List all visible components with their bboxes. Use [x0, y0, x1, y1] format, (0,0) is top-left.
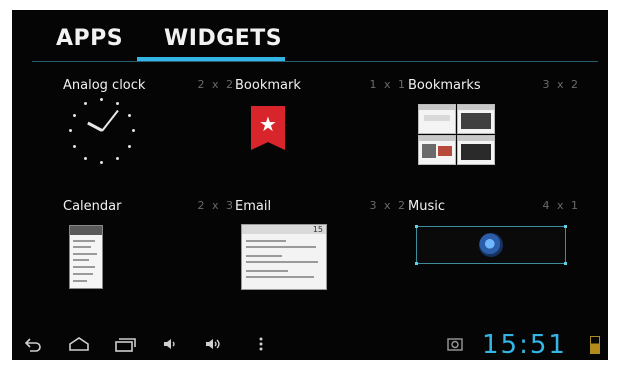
system-bar: 15:51	[12, 330, 608, 360]
widgets-screen: APPS WIDGETS Analog clock 2 x 2 Bookmark…	[12, 10, 608, 360]
star-icon: ★	[259, 112, 277, 136]
widget-name: Email	[235, 199, 272, 214]
widget-calendar[interactable]: Calendar 2 x 3	[63, 199, 235, 317]
email-count: 15	[312, 225, 323, 234]
widget-dimensions: 1 x 1	[369, 78, 407, 91]
widget-dimensions: 2 x 2	[197, 78, 235, 91]
widget-name: Music	[408, 199, 445, 214]
widget-name: Calendar	[63, 199, 122, 214]
bookmarks-thumbnails-icon	[418, 104, 495, 165]
widget-email[interactable]: Email 3 x 2 15	[235, 199, 407, 317]
music-icon	[415, 225, 567, 265]
widget-dimensions: 2 x 3	[197, 199, 235, 212]
widget-dimensions: 4 x 1	[542, 199, 580, 212]
tab-apps[interactable]: APPS	[56, 26, 123, 51]
menu-icon[interactable]	[258, 336, 264, 355]
music-orb-icon	[479, 233, 503, 257]
volume-down-icon[interactable]	[162, 336, 178, 355]
tab-divider	[32, 61, 598, 62]
widget-dimensions: 3 x 2	[369, 199, 407, 212]
widget-bookmark[interactable]: Bookmark 1 x 1 ★	[235, 78, 407, 196]
home-icon[interactable]	[68, 336, 90, 355]
calendar-icon	[69, 225, 103, 289]
widget-name: Analog clock	[63, 78, 146, 93]
tab-bar: APPS WIDGETS	[12, 10, 608, 62]
widget-music[interactable]: Music 4 x 1	[408, 199, 580, 317]
back-icon[interactable]	[24, 336, 42, 355]
recent-apps-icon[interactable]	[114, 336, 136, 355]
system-clock: 15:51	[482, 330, 567, 360]
bookmark-ribbon-icon: ★	[251, 106, 285, 150]
analog-clock-icon	[69, 98, 135, 164]
battery-icon	[590, 336, 600, 354]
widget-name: Bookmark	[235, 78, 301, 93]
widget-bookmarks[interactable]: Bookmarks 3 x 2	[408, 78, 580, 196]
email-icon: 15	[241, 224, 327, 290]
widget-dimensions: 3 x 2	[542, 78, 580, 91]
screenshot-frame: APPS WIDGETS Analog clock 2 x 2 Bookmark…	[0, 0, 620, 367]
screenshot-icon[interactable]	[446, 336, 464, 355]
volume-up-icon[interactable]	[204, 336, 224, 355]
widget-analog-clock[interactable]: Analog clock 2 x 2	[63, 78, 235, 196]
widget-name: Bookmarks	[408, 78, 481, 93]
tab-widgets[interactable]: WIDGETS	[164, 26, 282, 51]
